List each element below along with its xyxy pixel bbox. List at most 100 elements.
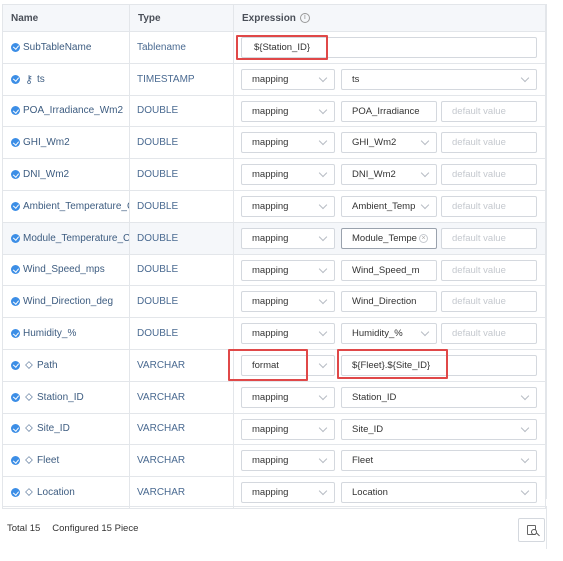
target-select[interactable]: Station_ID <box>341 386 537 408</box>
chevron-down-icon <box>318 105 328 114</box>
check-icon[interactable] <box>11 74 20 84</box>
type-cell: VARCHAR <box>130 445 234 477</box>
field-name: Wind_Direction_deg <box>23 296 114 308</box>
check-icon[interactable] <box>11 106 20 116</box>
mapping-table: Name Type Expression i SubTableName Table… <box>2 4 546 509</box>
check-icon[interactable] <box>11 392 20 402</box>
field-name: Path <box>37 359 58 371</box>
type-cell: VARCHAR <box>130 349 234 381</box>
table-row: Wind_Direction_deg DOUBLE mapping Wind_D… <box>3 286 545 319</box>
default-value-input[interactable]: default value <box>441 100 537 122</box>
chevron-down-icon <box>520 455 530 464</box>
table-row: Wind_Speed_mps DOUBLE mapping Wind_Speed… <box>3 254 545 287</box>
target-select[interactable]: DNI_Wm2 <box>341 164 437 186</box>
check-icon[interactable] <box>11 170 20 180</box>
type-cell: DOUBLE <box>130 222 234 254</box>
default-value-input[interactable]: default value <box>441 132 537 154</box>
check-icon[interactable] <box>11 424 20 434</box>
highlight-box <box>228 349 308 381</box>
check-icon[interactable] <box>11 360 20 370</box>
field-name: ts <box>37 73 45 85</box>
target-select[interactable]: Ambient_Temp <box>341 195 437 217</box>
default-value-input[interactable]: default value <box>441 164 537 186</box>
check-icon[interactable] <box>11 201 20 211</box>
info-icon[interactable]: i <box>299 13 310 23</box>
search-button[interactable] <box>518 518 545 542</box>
field-name: GHI_Wm2 <box>23 137 70 149</box>
target-select[interactable]: POA_Irradiance <box>341 100 437 122</box>
default-value-input[interactable]: default value <box>441 227 537 249</box>
target-select[interactable]: Location <box>341 482 537 504</box>
name-cell: Wind_Speed_mps <box>3 254 130 286</box>
table-row: ⬦ Site_ID VARCHAR mapping Site_ID <box>3 413 545 446</box>
total-count: Total 15 <box>7 523 41 534</box>
header-name: Name <box>3 5 130 31</box>
target-select[interactable]: Humidity_% <box>341 323 437 345</box>
target-select[interactable]: Wind_Speed_m <box>341 259 437 281</box>
name-cell: Humidity_% <box>3 318 130 349</box>
mode-select[interactable]: mapping <box>241 418 335 440</box>
mode-select[interactable]: mapping <box>241 323 335 345</box>
field-name: Station_ID <box>37 391 84 403</box>
check-icon[interactable] <box>11 233 20 243</box>
mode-select[interactable]: mapping <box>241 227 335 249</box>
expression-cell: mapping Station_ID <box>234 382 545 413</box>
chevron-down-icon <box>318 359 328 369</box>
check-icon[interactable] <box>11 297 20 307</box>
expression-cell: mapping GHI_Wm2 default value <box>234 127 545 158</box>
chevron-down-icon <box>318 168 328 178</box>
mode-select[interactable]: mapping <box>241 68 335 90</box>
mode-select[interactable]: mapping <box>241 100 335 122</box>
check-icon[interactable] <box>11 42 20 52</box>
target-select[interactable]: GHI_Wm2 <box>341 132 437 154</box>
check-icon[interactable] <box>11 488 20 498</box>
target-select[interactable]: Module_Tempe × <box>341 227 437 249</box>
default-value-input[interactable]: default value <box>441 323 537 345</box>
chevron-down-icon <box>520 423 530 432</box>
target-select[interactable]: ts <box>341 68 537 90</box>
mode-select[interactable]: mapping <box>241 482 335 504</box>
mode-select[interactable]: mapping <box>241 132 335 154</box>
clear-icon[interactable]: × <box>419 233 428 243</box>
expression-cell: mapping ts <box>234 64 545 95</box>
field-name: Humidity_% <box>23 328 77 340</box>
table-row: ⬦ Location VARCHAR mapping Location <box>3 477 545 509</box>
default-value-input[interactable]: default value <box>441 259 537 281</box>
mode-select[interactable]: mapping <box>241 386 335 408</box>
mode-select[interactable]: mapping <box>241 195 335 217</box>
chevron-down-icon <box>318 455 328 464</box>
type-cell: TIMESTAMP <box>130 63 234 95</box>
target-select[interactable]: Wind_Direction <box>341 291 437 313</box>
target-select[interactable]: Fleet <box>341 450 537 472</box>
target-select[interactable]: Site_ID <box>341 418 537 440</box>
name-cell: Ambient_Temperature_C <box>3 190 130 222</box>
check-icon[interactable] <box>11 329 20 339</box>
chevron-down-icon <box>318 423 328 432</box>
check-icon[interactable] <box>11 265 20 275</box>
type-cell: Tablename <box>130 32 234 63</box>
header-type: Type <box>130 5 234 31</box>
name-cell: Module_Temperature_C <box>3 222 130 254</box>
table-row: DNI_Wm2 DOUBLE mapping DNI_Wm2 default v… <box>3 159 545 191</box>
chevron-down-icon <box>420 168 430 178</box>
type-cell: DOUBLE <box>130 190 234 222</box>
key-icon: ⚷ <box>24 73 34 86</box>
type-cell: VARCHAR <box>130 413 234 445</box>
default-value-input[interactable]: default value <box>441 291 537 313</box>
mode-select[interactable]: mapping <box>241 259 335 281</box>
expression-cell: mapping Wind_Direction default value <box>234 286 545 317</box>
check-icon[interactable] <box>11 138 20 148</box>
expression-cell: mapping DNI_Wm2 default value <box>234 159 545 190</box>
name-cell: Wind_Direction_deg <box>3 286 130 318</box>
name-cell: ⚷ ts <box>3 63 130 95</box>
mode-select[interactable]: mapping <box>241 164 335 186</box>
mode-select[interactable]: mapping <box>241 291 335 313</box>
default-value-input[interactable]: default value <box>441 195 537 217</box>
mode-select[interactable]: mapping <box>241 450 335 472</box>
tag-icon: ⬦ <box>25 486 33 499</box>
table-row: POA_Irradiance_Wm2 DOUBLE mapping POA_Ir… <box>3 95 545 128</box>
chevron-down-icon <box>420 200 430 210</box>
check-icon[interactable] <box>11 456 20 466</box>
table-row: ⬦ Station_ID VARCHAR mapping Station_ID <box>3 381 545 414</box>
chevron-down-icon <box>318 200 328 210</box>
